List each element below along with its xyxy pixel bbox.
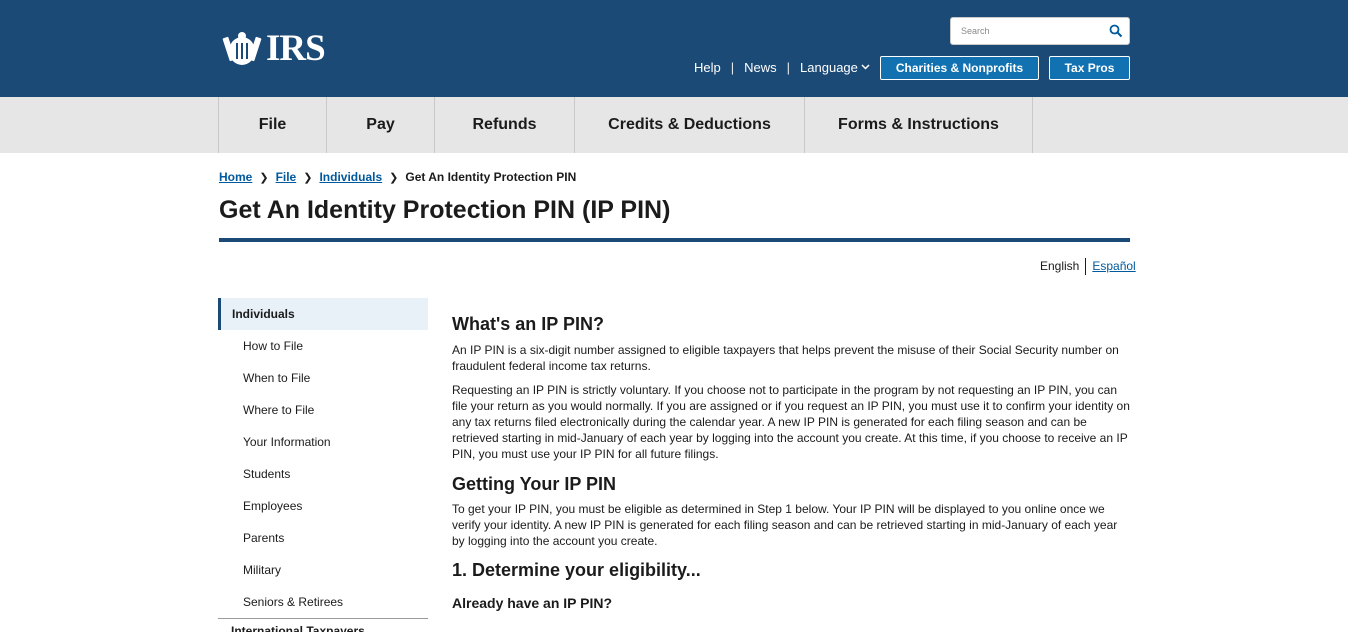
main-content: What's an IP PIN? An IP PIN is a six-dig… xyxy=(452,312,1132,612)
sidenav-item-where-to-file[interactable]: Where to File xyxy=(218,394,428,426)
breadcrumb-home[interactable]: Home xyxy=(219,170,252,184)
sidenav-item-when-to-file[interactable]: When to File xyxy=(218,362,428,394)
tax-pros-button[interactable]: Tax Pros xyxy=(1049,56,1130,80)
breadcrumb-current: Get An Identity Protection PIN xyxy=(405,170,577,184)
language-english: English xyxy=(1040,259,1080,273)
sidenav-item-military[interactable]: Military xyxy=(218,554,428,586)
chevron-right-icon: ❯ xyxy=(259,171,269,184)
side-navigation: Individuals How to File When to File Whe… xyxy=(218,298,428,618)
nav-refunds[interactable]: Refunds xyxy=(434,97,574,153)
utility-separator: | xyxy=(786,59,791,75)
language-label: Language xyxy=(800,59,858,75)
nav-file[interactable]: File xyxy=(218,97,326,153)
sidenav-item-seniors-retirees[interactable]: Seniors & Retirees xyxy=(218,586,428,618)
chevron-down-icon xyxy=(861,64,870,70)
nav-pay[interactable]: Pay xyxy=(326,97,434,153)
sidenav-divider xyxy=(218,618,428,619)
sidenav-item-your-information[interactable]: Your Information xyxy=(218,426,428,458)
logo-text: IRS xyxy=(266,28,326,69)
heading-whats-ip-pin: What's an IP PIN? xyxy=(452,314,604,334)
paragraph-getting-ip-pin: To get your IP PIN, you must be eligible… xyxy=(452,502,1118,548)
title-divider xyxy=(219,238,1130,242)
chevron-right-icon: ❯ xyxy=(389,171,399,184)
breadcrumb-individuals[interactable]: Individuals xyxy=(319,170,382,184)
paragraph-voluntary: Requesting an IP PIN is strictly volunta… xyxy=(452,383,1130,461)
language-divider xyxy=(1085,257,1087,275)
utility-separator: | xyxy=(730,59,735,75)
sidenav-item-how-to-file[interactable]: How to File xyxy=(218,330,428,362)
help-link[interactable]: Help xyxy=(694,60,721,75)
breadcrumb: Home ❯ File ❯ Individuals ❯ Get An Ident… xyxy=(219,168,576,186)
sidenav-item-parents[interactable]: Parents xyxy=(218,522,428,554)
nav-divider xyxy=(1032,97,1033,153)
language-espanol-link[interactable]: Español xyxy=(1092,259,1135,273)
paragraph-ip-pin-definition: An IP PIN is a six-digit number assigned… xyxy=(452,343,1119,373)
nav-credits-deductions[interactable]: Credits & Deductions xyxy=(574,97,804,153)
eagle-icon xyxy=(222,32,262,65)
site-header: IRS Help | News | Language | Charities &… xyxy=(0,0,1348,97)
nav-forms-instructions[interactable]: Forms & Instructions xyxy=(804,97,1032,153)
breadcrumb-file[interactable]: File xyxy=(276,170,297,184)
utility-nav: Help | News | Language | xyxy=(694,57,893,77)
sidenav-heading-international[interactable]: International Taxpayers xyxy=(231,624,365,632)
main-navigation: File Pay Refunds Credits & Deductions Fo… xyxy=(0,97,1348,153)
charities-nonprofits-button[interactable]: Charities & Nonprofits xyxy=(880,56,1039,80)
heading-determine-eligibility: 1. Determine your eligibility... xyxy=(452,560,701,580)
sidenav-item-employees[interactable]: Employees xyxy=(218,490,428,522)
irs-logo[interactable]: IRS xyxy=(222,28,326,69)
heading-already-have-ip-pin: Already have an IP PIN? xyxy=(452,595,613,611)
language-switcher: English Español xyxy=(1040,257,1136,275)
chevron-right-icon: ❯ xyxy=(303,171,313,184)
sidenav-heading-individuals[interactable]: Individuals xyxy=(218,298,428,330)
search-box xyxy=(950,17,1130,45)
news-link[interactable]: News xyxy=(744,60,777,75)
search-input[interactable] xyxy=(951,18,1101,44)
page-title: Get An Identity Protection PIN (IP PIN) xyxy=(219,196,671,224)
sidenav-item-students[interactable]: Students xyxy=(218,458,428,490)
search-icon xyxy=(1109,24,1123,38)
language-menu[interactable]: Language xyxy=(800,60,870,75)
search-button[interactable] xyxy=(1109,24,1123,38)
heading-getting-ip-pin: Getting Your IP PIN xyxy=(452,474,617,494)
